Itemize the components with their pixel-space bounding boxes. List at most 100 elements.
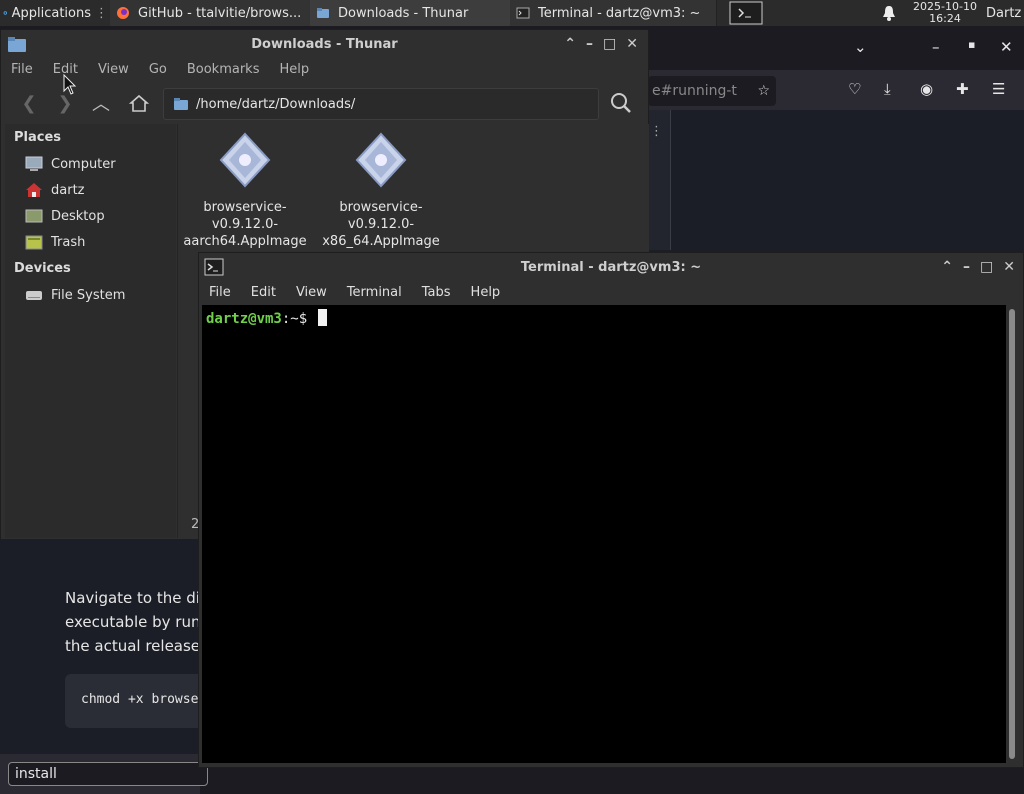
maximize-icon[interactable]: □ xyxy=(980,259,993,275)
home-icon[interactable] xyxy=(125,90,153,116)
firefox-icon xyxy=(117,7,129,19)
close-icon[interactable]: ✕ xyxy=(1003,259,1015,275)
account-icon[interactable]: ◉ xyxy=(920,80,933,98)
menu-help[interactable]: Help xyxy=(269,62,319,77)
sidebar-item-label: dartz xyxy=(51,182,85,198)
applications-label: Applications xyxy=(11,5,91,21)
tab-list-icon[interactable]: ⌄ xyxy=(854,38,867,56)
sidebar-item-label: Desktop xyxy=(51,208,105,224)
task-label: Downloads - Thunar xyxy=(338,5,469,21)
user-menu[interactable]: Dartz xyxy=(986,0,1024,26)
up-icon[interactable]: ︿ xyxy=(87,90,115,116)
terminal-app-icon xyxy=(204,258,224,276)
sidebar-item-label: Trash xyxy=(51,234,86,250)
search-icon[interactable] xyxy=(607,90,635,116)
menu-file[interactable]: File xyxy=(1,62,43,77)
menu-edit[interactable]: Edit xyxy=(241,285,286,300)
sidebar-item-computer[interactable]: Computer xyxy=(25,153,116,175)
sidebar-item-dartz[interactable]: dartz xyxy=(25,179,84,201)
task-thunar[interactable]: Downloads - Thunar xyxy=(310,0,515,26)
terminal-window: Terminal - dartz@vm3: ~ ⌃ – □ ✕ File Edi… xyxy=(198,252,1024,768)
terminal-titlebar[interactable]: Terminal - dartz@vm3: ~ ⌃ – □ ✕ xyxy=(199,253,1023,281)
thunar-titlebar[interactable]: Downloads - Thunar ⌃ – □ ✕ xyxy=(1,30,648,58)
menu-go[interactable]: Go xyxy=(139,62,177,77)
file-name-line: aarch64.AppImage xyxy=(183,234,307,249)
location-bar[interactable]: /home/dartz/Downloads/ xyxy=(163,88,599,120)
menu-tabs[interactable]: Tabs xyxy=(412,285,461,300)
thunar-app-icon xyxy=(8,37,26,52)
download-icon[interactable]: ⤓ xyxy=(884,80,891,98)
task-label: GitHub - ttalvitie/brows... xyxy=(138,5,302,21)
minimize-icon[interactable]: – xyxy=(932,38,940,56)
file-item[interactable]: browservice- v0.9.12.0- x86_64.AppImage xyxy=(316,132,446,250)
places-heading: Places xyxy=(14,130,62,145)
minimize-icon[interactable]: – xyxy=(586,36,593,52)
prompt-user: dartz@vm3 xyxy=(206,311,282,327)
maximize-icon[interactable]: ▪ xyxy=(968,38,975,51)
menu-file[interactable]: File xyxy=(199,285,241,300)
clock-time: 16:24 xyxy=(929,12,961,25)
location-path: /home/dartz/Downloads/ xyxy=(196,96,356,112)
back-icon[interactable]: ❮ xyxy=(15,90,43,116)
file-name-line: x86_64.AppImage xyxy=(322,234,440,249)
sidebar-item-trash[interactable]: Trash xyxy=(25,231,85,253)
close-icon[interactable]: ✕ xyxy=(1000,38,1013,56)
workspace-switcher[interactable] xyxy=(728,0,764,26)
drive-icon xyxy=(26,291,42,300)
menu-icon[interactable]: ☰ xyxy=(992,80,1005,98)
sidebar-item-filesystem[interactable]: File System xyxy=(25,284,125,306)
notification-bell[interactable] xyxy=(878,0,900,26)
pocket-icon[interactable]: ♡ xyxy=(848,80,861,98)
appimage-icon xyxy=(219,132,271,188)
prompt-symbol: $ xyxy=(298,311,308,327)
sidebar-item-label: File System xyxy=(51,287,126,303)
doc-line: Navigate to the dire xyxy=(65,589,216,607)
file-name-line: v0.9.12.0- xyxy=(347,217,415,232)
maximize-icon[interactable]: □ xyxy=(603,36,616,52)
thunar-title: Downloads - Thunar xyxy=(251,36,398,52)
find-input[interactable]: install xyxy=(8,762,208,786)
terminal-title: Terminal - dartz@vm3: ~ xyxy=(520,259,702,275)
doc-line: the actual release . xyxy=(65,637,210,655)
minimize-icon[interactable]: – xyxy=(963,259,970,275)
shell-prompt: dartz@vm3:~$ xyxy=(206,309,327,327)
panel-handle-icon: ⋮ xyxy=(650,124,663,139)
thunar-menubar: File Edit View Go Bookmarks Help xyxy=(1,58,319,80)
bookmark-star-icon[interactable]: ☆ xyxy=(757,83,770,99)
menu-terminal[interactable]: Terminal xyxy=(337,285,412,300)
user-name: Dartz xyxy=(986,5,1022,21)
task-firefox[interactable]: GitHub - ttalvitie/brows... xyxy=(110,0,315,26)
sidebar-item-desktop[interactable]: Desktop xyxy=(25,205,105,227)
file-name-line: v0.9.12.0- xyxy=(211,217,279,232)
clock[interactable]: 2025-10-10 16:24 xyxy=(906,0,984,26)
task-terminal[interactable]: Terminal - dartz@vm3: ~ xyxy=(510,0,717,26)
applications-menu[interactable]: Applications ⋮ xyxy=(0,0,108,26)
menu-view[interactable]: View xyxy=(286,285,337,300)
file-name-line: browservice- xyxy=(339,200,423,215)
bell-icon xyxy=(883,6,895,21)
menu-view[interactable]: View xyxy=(88,62,139,77)
url-bar[interactable]: e#running-t ☆ xyxy=(648,76,776,106)
terminal-output[interactable]: dartz@vm3:~$ xyxy=(202,305,1006,763)
menu-bookmarks[interactable]: Bookmarks xyxy=(177,62,270,77)
sidebar-item-label: Computer xyxy=(51,156,116,172)
trash-icon xyxy=(25,235,43,250)
appimage-icon xyxy=(355,132,407,188)
shade-icon[interactable]: ⌃ xyxy=(564,36,576,52)
thunar-sidebar: Places Computer dartz Desktop Trash Devi… xyxy=(5,124,176,538)
prompt-path: :~ xyxy=(281,311,299,327)
workspace-terminal-icon xyxy=(729,1,763,25)
scrollbar-thumb[interactable] xyxy=(1009,309,1015,759)
task-label: Terminal - dartz@vm3: ~ xyxy=(538,5,701,21)
mouse-pointer-icon xyxy=(63,74,77,95)
shade-icon[interactable]: ⌃ xyxy=(941,259,953,275)
close-icon[interactable]: ✕ xyxy=(626,36,638,52)
file-name-line: browservice- xyxy=(203,200,287,215)
extensions-icon[interactable]: ✚ xyxy=(956,80,969,98)
top-panel: Applications ⋮ GitHub - ttalvitie/brows.… xyxy=(0,0,1024,27)
folder-icon xyxy=(174,98,188,110)
terminal-scrollbar[interactable] xyxy=(1007,309,1017,763)
panel-separator-icon: ⋮ xyxy=(95,5,108,21)
menu-help[interactable]: Help xyxy=(461,285,511,300)
file-item[interactable]: browservice- v0.9.12.0- aarch64.AppImage xyxy=(180,132,310,250)
